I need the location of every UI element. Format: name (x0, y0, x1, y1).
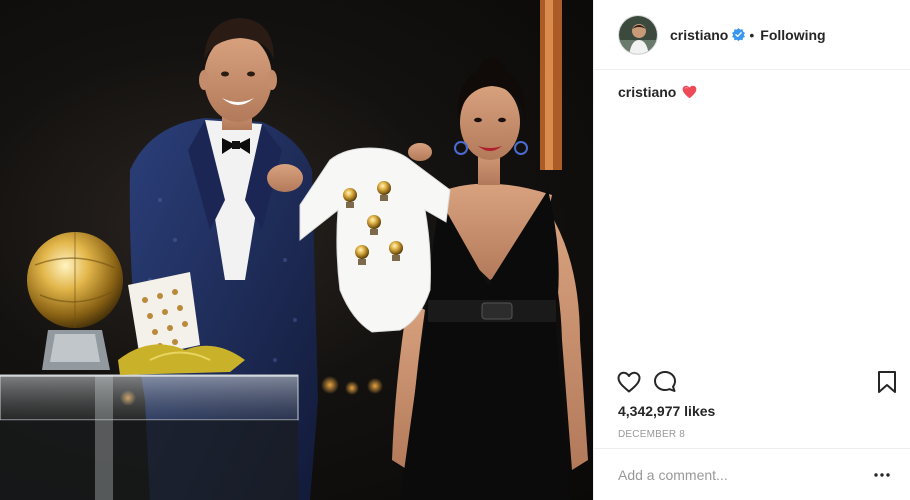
separator-dot: • (749, 26, 755, 43)
post-photo-illustration (0, 0, 588, 500)
red-heart-icon (682, 85, 697, 99)
following-button[interactable]: Following (760, 27, 825, 43)
comment-bar (594, 448, 910, 500)
post-actions (616, 369, 898, 395)
post-side-panel: cristiano • Following cristiano 4,342,97… (593, 0, 910, 500)
likes-count[interactable]: 4,342,977 likes (618, 403, 715, 419)
more-options-dots (874, 472, 890, 477)
username[interactable]: cristiano (670, 27, 728, 43)
speech-bubble-icon[interactable] (652, 369, 678, 395)
avatar[interactable] (618, 14, 658, 55)
post-header: cristiano • Following (594, 0, 910, 70)
verified-badge-icon (732, 28, 746, 41)
comment-input[interactable] (618, 466, 873, 483)
post-date: DECEMBER 8 (618, 429, 686, 440)
more-options-icon[interactable] (873, 465, 891, 485)
post-caption: cristiano (618, 84, 697, 100)
instagram-post: cristiano • Following cristiano 4,342,97… (0, 0, 910, 500)
bookmark-icon[interactable] (874, 369, 900, 395)
heart-outline-icon[interactable] (616, 369, 642, 395)
caption-username[interactable]: cristiano (618, 84, 676, 100)
post-photo[interactable] (0, 0, 593, 500)
avatar-image (619, 15, 657, 54)
